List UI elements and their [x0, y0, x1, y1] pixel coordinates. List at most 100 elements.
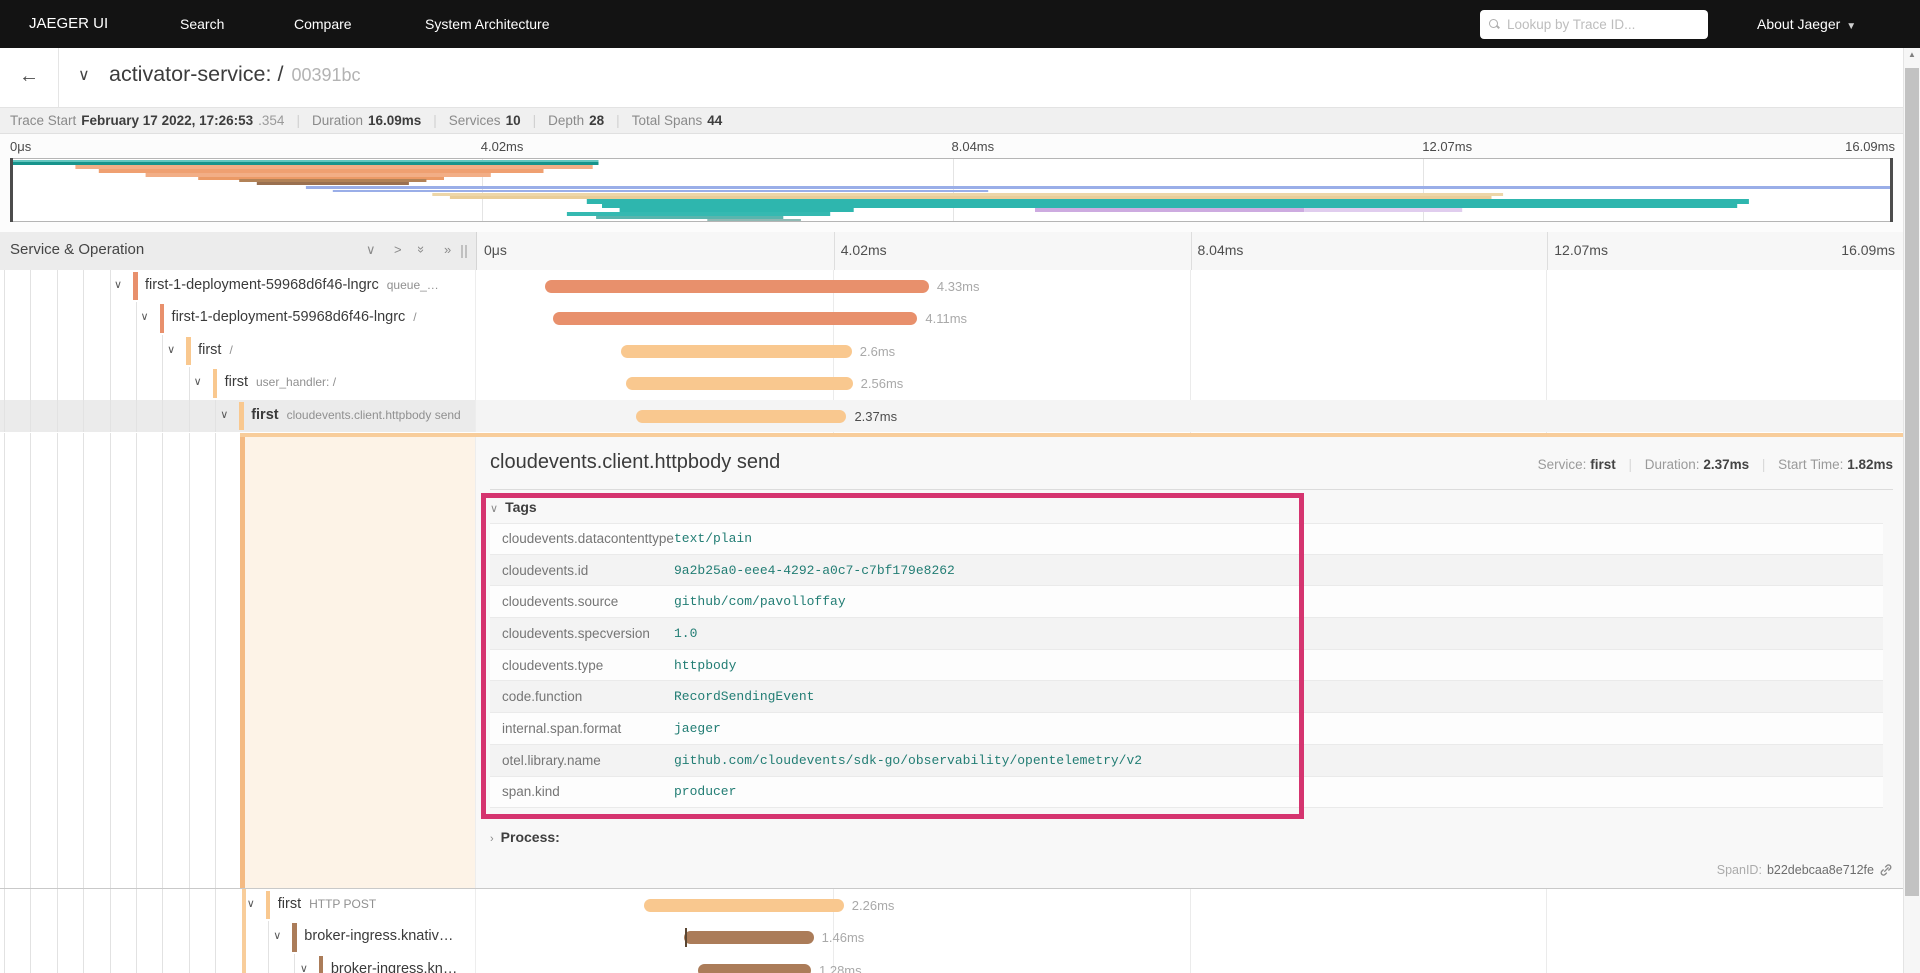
- span-color-marker: [239, 401, 244, 430]
- tag-value: github/com/pavolloffay: [674, 594, 846, 610]
- trace-id-lookup-input[interactable]: Lookup by Trace ID...: [1480, 10, 1708, 39]
- span-duration-bar[interactable]: [545, 280, 929, 293]
- scrollbar-thumb[interactable]: [1905, 68, 1919, 896]
- span-operation-name: /: [229, 342, 233, 357]
- process-accordion-header[interactable]: › Process:: [490, 829, 560, 845]
- tag-row[interactable]: cloudevents.type httpbody: [490, 649, 1883, 682]
- span-self-time-tick: [685, 928, 688, 948]
- collapse-trace-chevron-icon[interactable]: ∨: [78, 65, 90, 85]
- span-id-value: b22debcaa8e712fe: [1766, 863, 1874, 877]
- chevron-down-icon[interactable]: ∨: [273, 929, 281, 942]
- scrollbar-up-arrow[interactable]: ▲: [1904, 50, 1920, 59]
- chevron-down-icon[interactable]: ∨: [167, 343, 175, 356]
- span-duration-bar[interactable]: [697, 963, 811, 973]
- chevron-down-icon[interactable]: ∨: [194, 375, 202, 388]
- span-row[interactable]: ∨ first user_handler: / 2.56ms: [0, 367, 1903, 400]
- span-service-name[interactable]: first /: [198, 342, 233, 358]
- tag-row[interactable]: span.kind producer: [490, 776, 1883, 809]
- minimap-left-drag-handle[interactable]: [10, 158, 13, 222]
- back-button[interactable]: ←: [0, 48, 59, 107]
- span-row[interactable]: ∨ first-1-deployment-59968d6f46-lngrc/4.1…: [0, 302, 1903, 335]
- trace-summary-bar: Trace Start February 17 2022, 17:26:53 .…: [0, 107, 1920, 134]
- tag-key: cloudevents.source: [502, 594, 619, 610]
- span-service-name[interactable]: first-1-deployment-59968d6f46-lngrc /: [172, 309, 417, 325]
- nav-item-system-architecture[interactable]: System Architecture: [425, 0, 550, 48]
- link-icon[interactable]: [1879, 863, 1893, 877]
- timeline-ruler: 0μs 4.02ms 8.04ms 12.07ms 16.09ms: [476, 232, 1903, 270]
- detail-top-accent: [240, 433, 1903, 437]
- chevron-down-icon[interactable]: ∨: [247, 897, 255, 910]
- span-row[interactable]: ∨ first-1-deployment-59968d6f46-lngrc queu…: [0, 270, 1903, 303]
- span-operation-name: queue_…: [386, 278, 439, 292]
- tag-key: cloudevents.type: [502, 657, 604, 673]
- detail-divider: [490, 489, 1893, 490]
- span-duration-label: 1.46ms: [821, 930, 865, 946]
- depth-value: 28: [589, 113, 605, 128]
- span-row[interactable]: ∨ first HTTP POST 2.26ms: [0, 889, 1903, 922]
- span-id-row: SpanID: b22debcaa8e712fe: [1717, 863, 1893, 877]
- span-duration-bar[interactable]: [643, 899, 844, 912]
- span-service-name[interactable]: broker-ingress.kn…: [331, 961, 458, 973]
- jaeger-trace-page: JAEGER UI Search Compare System Architec…: [0, 0, 1920, 973]
- span-start-label: Start Time:: [1778, 457, 1844, 472]
- about-jaeger-menu[interactable]: About Jaeger ▼: [1757, 0, 1856, 48]
- span-row[interactable]: ∨ first cloudevents.client.httpbody send 2.…: [0, 399, 1903, 432]
- nav-item-search[interactable]: Search: [180, 0, 224, 48]
- span-row[interactable]: ∨ broker-ingress.kn… 1.28ms: [0, 953, 1903, 973]
- tag-value: text/plain: [674, 531, 753, 547]
- span-service-name[interactable]: first-1-deployment-59968d6f46-lngrc queue…: [145, 277, 439, 293]
- timeline-header: Service & Operation ∨ > » » 0μs 4.02ms 8.0…: [0, 232, 1920, 270]
- tag-row[interactable]: otel.library.name github.com/cloudevents/…: [490, 744, 1883, 777]
- minimap-viewport[interactable]: [10, 158, 1893, 222]
- span-service-name[interactable]: first cloudevents.client.httpbody send: [251, 407, 461, 423]
- span-start-value: 1.82ms: [1847, 457, 1893, 472]
- span-rows-lower: ∨ first HTTP POST 2.26ms ∨ broker-ingress.kna…: [0, 889, 1920, 973]
- tag-row[interactable]: cloudevents.source github/com/pavolloffay: [490, 586, 1883, 619]
- tag-row[interactable]: cloudevents.datacontenttype text/plain: [490, 523, 1883, 555]
- minimap-tick-label: 12.07ms: [1422, 139, 1473, 154]
- span-id-label: SpanID:: [1716, 863, 1762, 877]
- span-row[interactable]: ∨ first/2.6ms: [0, 334, 1903, 368]
- page-title: activator-service: /00391bc: [109, 62, 361, 86]
- collapse-deep-icon[interactable]: »: [414, 242, 429, 257]
- span-duration-bar[interactable]: [553, 312, 918, 326]
- span-color-marker: [265, 891, 271, 920]
- chevron-down-icon[interactable]: ∨: [114, 278, 122, 291]
- expand-all-icon[interactable]: »: [444, 242, 451, 257]
- depth-label: Depth: [548, 113, 585, 128]
- tag-key: otel.library.name: [502, 752, 601, 768]
- services-label: Services: [448, 113, 501, 128]
- chevron-down-icon[interactable]: ∨: [220, 408, 228, 421]
- column-resize-handle[interactable]: [461, 245, 469, 258]
- tag-row[interactable]: code.function RecordSendingEvent: [490, 681, 1883, 714]
- span-duration-label: 2.56ms: [860, 376, 904, 392]
- nav-brand-jaeger-ui[interactable]: JAEGER UI: [29, 0, 108, 48]
- span-duration-label: 2.6ms: [859, 343, 896, 359]
- expand-one-icon[interactable]: >: [394, 242, 402, 257]
- chevron-down-icon: ∨: [490, 503, 499, 515]
- service-value: first: [1590, 457, 1616, 472]
- span-row[interactable]: ∨ broker-ingress.knativ… 1.46ms: [0, 921, 1903, 954]
- nav-item-compare[interactable]: Compare: [294, 0, 352, 48]
- span-duration-bar[interactable]: [625, 377, 853, 391]
- tags-accordion-header[interactable]: ∨ Tags: [490, 499, 537, 515]
- collapse-all-icon[interactable]: ∨: [366, 242, 376, 258]
- tag-row[interactable]: cloudevents.id 9a2b25a0-eee4-4292-a0c7-c7…: [490, 554, 1883, 587]
- tag-row[interactable]: internal.span.format jaeger: [490, 713, 1883, 745]
- tag-value: httpbody: [674, 657, 737, 673]
- vertical-scrollbar[interactable]: ▲: [1903, 48, 1920, 973]
- span-duration-label: 2.37ms: [854, 408, 898, 424]
- chevron-down-icon[interactable]: ∨: [300, 962, 308, 973]
- chevron-down-icon[interactable]: ∨: [141, 310, 149, 323]
- tag-row[interactable]: cloudevents.specversion 1.0: [490, 618, 1883, 650]
- span-duration-bar[interactable]: [684, 931, 814, 945]
- minimap-right-drag-handle[interactable]: [1890, 158, 1893, 222]
- span-service-name[interactable]: first HTTP POST: [278, 896, 376, 912]
- span-duration-bar[interactable]: [636, 409, 847, 423]
- tag-key: cloudevents.specversion: [502, 625, 650, 641]
- span-color-marker: [318, 955, 324, 973]
- span-duration-label: 1.28ms: [819, 962, 862, 973]
- span-service-name[interactable]: broker-ingress.knativ…: [304, 928, 453, 944]
- span-service-name[interactable]: first user_handler: /: [225, 374, 336, 390]
- span-duration-bar[interactable]: [621, 344, 852, 358]
